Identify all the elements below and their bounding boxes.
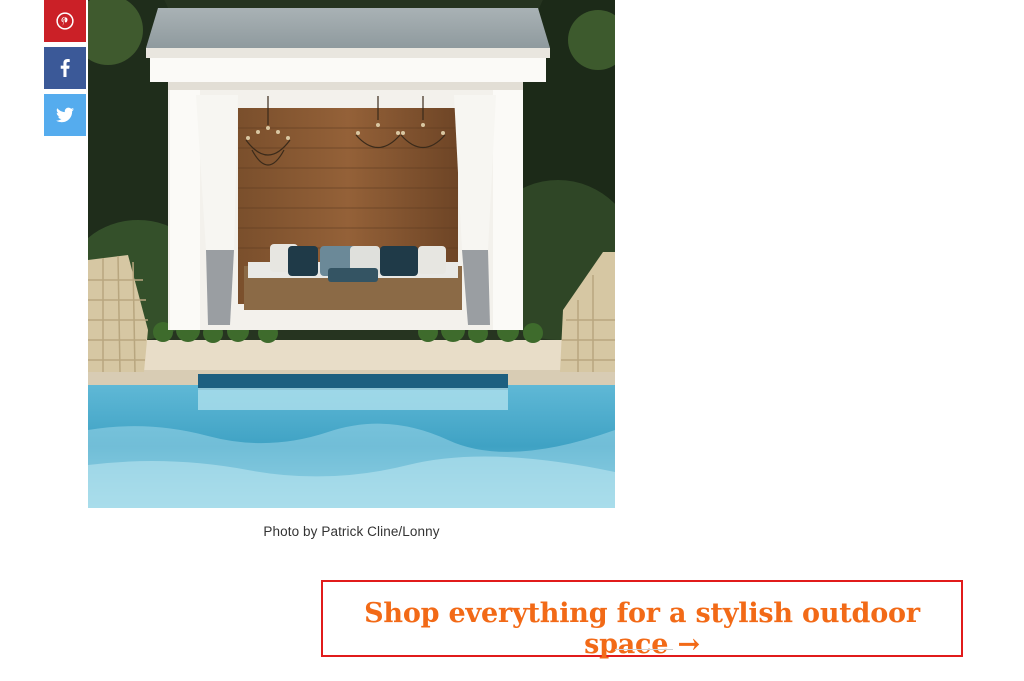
divider: [615, 649, 673, 650]
facebook-icon: [60, 59, 70, 77]
twitter-icon: [56, 107, 74, 123]
twitter-share-button[interactable]: [44, 94, 86, 136]
photo-caption: Photo by Patrick Cline/Lonny: [263, 524, 440, 539]
facebook-share-button[interactable]: [44, 47, 86, 89]
pinterest-icon: [56, 12, 74, 30]
article-page: Photo by Patrick Cline/Lonny Shop everyt…: [0, 0, 1024, 681]
shop-callout-box: Shop everything for a stylish outdoor sp…: [321, 580, 963, 660]
pinterest-share-button[interactable]: [44, 0, 86, 42]
share-rail: [44, 0, 86, 141]
cabana-pool-illustration: [88, 0, 615, 508]
shop-link-text: Shop everything for a stylish outdoor sp…: [364, 598, 920, 660]
cabana-pool-photo: [88, 0, 615, 508]
shop-outdoor-link[interactable]: Shop everything for a stylish outdoor sp…: [323, 598, 961, 660]
arrow-right-icon: →: [677, 629, 700, 660]
